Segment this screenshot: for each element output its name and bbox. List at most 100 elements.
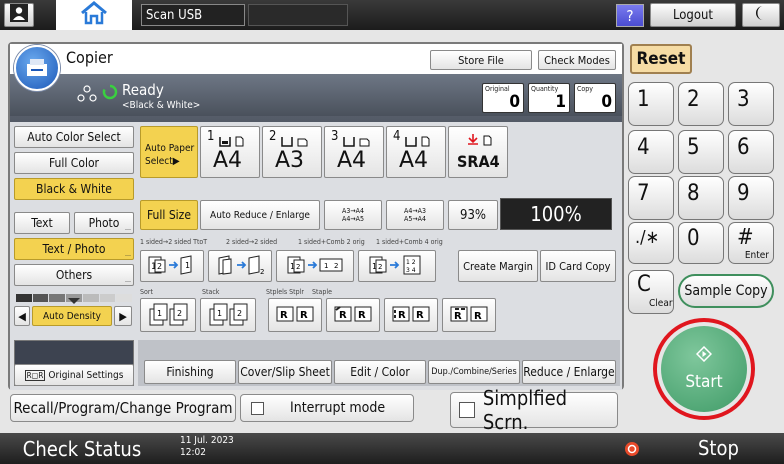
bypass-tray-button[interactable]: SRA4: [448, 126, 508, 178]
density-darker-button[interactable]: ▶: [114, 306, 132, 326]
recall-program-button[interactable]: Recall/Program/Change Program: [10, 394, 236, 422]
key-2[interactable]: 2: [678, 82, 724, 126]
key-4[interactable]: 4: [628, 130, 674, 174]
key-5[interactable]: 5: [678, 130, 724, 174]
store-file-button[interactable]: Store File: [430, 50, 532, 70]
tray-3-button[interactable]: 3 A4: [324, 126, 384, 178]
tab-finishing[interactable]: Finishing: [144, 360, 236, 384]
key-enter[interactable]: # Enter: [728, 222, 774, 264]
quantity-counter[interactable]: Quantity 1: [528, 83, 570, 113]
svg-text:3 4: 3 4: [406, 267, 416, 274]
auto-paper-select-button[interactable]: Auto Paper Select▶: [140, 126, 198, 178]
auto-color-select-button[interactable]: Auto Color Select: [14, 126, 134, 148]
ratio-display[interactable]: 100%: [500, 198, 612, 230]
combine-4-button[interactable]: 121 23 4: [358, 250, 436, 282]
tray-2-size: A3: [275, 148, 305, 173]
check-status-label: Check Status: [22, 436, 142, 461]
tray-4-button[interactable]: 4 A4: [386, 126, 446, 178]
check-status-button[interactable]: Check Status: [0, 433, 164, 464]
copy-counter: Copy 0: [574, 83, 616, 113]
check-modes-button[interactable]: Check Modes: [538, 50, 616, 70]
date-text: 11 Jul. 2023: [180, 435, 234, 446]
energy-saver-button[interactable]: [742, 3, 780, 27]
clear-button[interactable]: C Clear: [628, 270, 674, 314]
blank-tab[interactable]: [248, 4, 348, 26]
duplex-label-2: 2 sided→2 sided: [226, 238, 278, 246]
tray-1-number: 1: [207, 129, 215, 144]
svg-text:2: 2: [260, 268, 264, 276]
tray-3-size: A4: [337, 148, 367, 173]
text-photo-button[interactable]: Text / Photo...: [14, 238, 134, 260]
duplex-1to2-icon: 121: [147, 254, 197, 279]
start-button[interactable]: Start: [661, 326, 747, 412]
key-5-label: 5: [687, 135, 700, 160]
full-size-button[interactable]: Full Size: [140, 200, 198, 230]
tray-2-number: 2: [269, 129, 277, 144]
stapleless-icon: RR: [275, 304, 315, 327]
scan-usb-button[interactable]: Scan USB: [141, 4, 245, 26]
stop-button[interactable]: Stop: [604, 433, 784, 464]
id-card-copy-button[interactable]: ID Card Copy: [540, 250, 616, 282]
date-time: 11 Jul. 2023 12:02: [180, 435, 234, 459]
key-1[interactable]: 1: [628, 82, 674, 126]
density-lighter-button[interactable]: ◀: [14, 306, 30, 326]
home-button[interactable]: [56, 0, 132, 30]
tab-edit-color[interactable]: Edit / Color: [334, 360, 426, 384]
tab-cover-slip[interactable]: Cover/Slip Sheet: [238, 360, 332, 384]
arrow-right-icon: ▶: [119, 309, 127, 323]
others-label: Others: [55, 268, 93, 282]
tray-1-button[interactable]: 1 A4: [200, 126, 260, 178]
home-icon: [79, 1, 109, 29]
ratio-93-label: 93%: [460, 207, 486, 223]
key-8[interactable]: 8: [678, 176, 724, 220]
duplex-1to2-button[interactable]: 121: [140, 250, 204, 282]
key-9[interactable]: 9: [728, 176, 774, 220]
duplex-label-4: 1 sided+Comb 4 orig: [376, 238, 443, 246]
staple-top-left-button[interactable]: RR: [326, 298, 380, 332]
auto-density-button[interactable]: Auto Density: [32, 306, 112, 326]
help-button[interactable]: ?: [616, 4, 644, 27]
tray-2-button[interactable]: 2 A3: [262, 126, 322, 178]
stapleless-button[interactable]: RR: [268, 298, 322, 332]
reset-button[interactable]: Reset: [630, 44, 692, 74]
key-6-label: 6: [737, 135, 750, 160]
start-label: Start: [685, 372, 723, 392]
svg-text:2: 2: [157, 262, 162, 271]
key-3[interactable]: 3: [728, 82, 774, 126]
photo-mode-button[interactable]: Photo...: [74, 212, 134, 234]
key-star[interactable]: ./∗: [628, 222, 674, 264]
auto-reduce-enlarge-button[interactable]: Auto Reduce / Enlarge: [200, 200, 320, 230]
simplified-screen-button[interactable]: Simplfied Scrn.: [450, 386, 618, 434]
original-settings-button[interactable]: R▢R Original Settings: [14, 364, 134, 386]
tab-reduce-enlarge[interactable]: Reduce / Enlarge: [522, 360, 616, 384]
interrupt-mode-button[interactable]: Interrupt mode: [240, 394, 414, 422]
combine-2-button[interactable]: 1212: [276, 250, 354, 282]
sort-button[interactable]: 12: [140, 298, 196, 332]
preset-enlarge-button[interactable]: A4→A3 A5→A4: [386, 200, 444, 230]
duplex-2to2-button[interactable]: 2: [208, 250, 272, 282]
create-margin-button[interactable]: Create Margin: [458, 250, 538, 282]
stack-icon: 12: [206, 301, 250, 330]
bypass-size: SRA4: [457, 152, 500, 171]
status-sub: <Black & White>: [122, 100, 201, 111]
ratio-93-button[interactable]: 93%: [448, 200, 498, 230]
others-button[interactable]: Others...: [14, 264, 134, 286]
staple-top-button[interactable]: RR: [442, 298, 496, 332]
duplex-label-1: 1 sided→2 sided TtoT: [140, 238, 208, 246]
key-0[interactable]: 0: [678, 222, 724, 264]
black-white-label: Black & White: [36, 182, 112, 196]
sample-copy-button[interactable]: Sample Copy: [678, 274, 774, 308]
stack-button[interactable]: 12: [200, 298, 256, 332]
preset-reduce-button[interactable]: A3→A4 A4→A5: [324, 200, 382, 230]
key-7[interactable]: 7: [628, 176, 674, 220]
key-6[interactable]: 6: [728, 130, 774, 174]
text-mode-button[interactable]: Text: [14, 212, 70, 234]
user-button[interactable]: [4, 3, 34, 27]
black-white-button[interactable]: Black & White: [14, 178, 134, 200]
full-color-button[interactable]: Full Color: [14, 152, 134, 174]
logout-label: Logout: [672, 7, 713, 23]
staple-two-button[interactable]: RR: [384, 298, 438, 332]
tab-dup-combine[interactable]: Dup./Combine/Series: [428, 360, 520, 384]
sort-label: Sort: [140, 288, 153, 296]
logout-button[interactable]: Logout: [650, 3, 736, 27]
